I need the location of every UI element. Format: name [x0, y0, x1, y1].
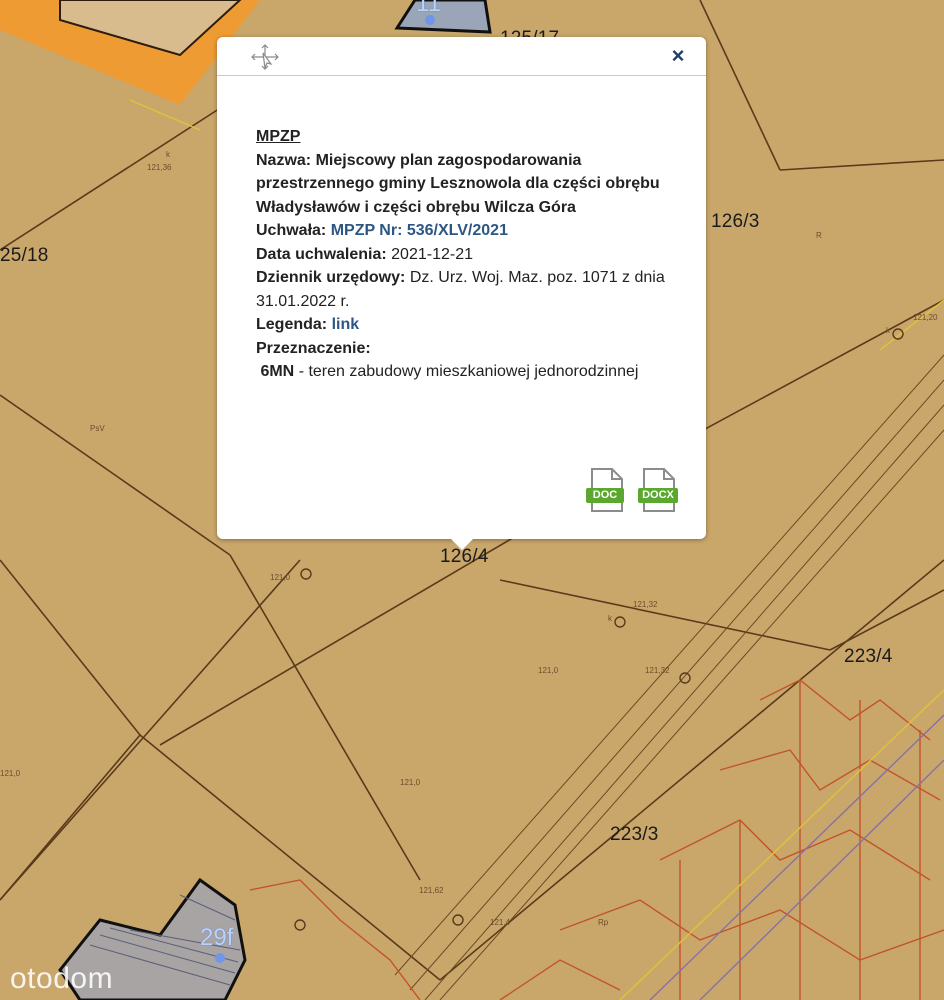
journal-label: Dziennik urzędowy:	[256, 269, 406, 286]
map-note: 121,32	[633, 600, 658, 609]
point-label-11: 11	[416, 0, 441, 17]
info-popup: × MPZP Nazwa: Miejscowy plan zagospodaro…	[217, 37, 706, 550]
popup-header: ×	[217, 37, 706, 76]
popup-title: MPZP	[256, 128, 301, 145]
map-note: PsV	[90, 424, 105, 433]
parcel-label-223-4: 223/4	[844, 646, 893, 667]
map-note: 121,0	[270, 573, 291, 582]
legend-row: Legenda: link	[256, 313, 676, 337]
doc-badge: DOC	[586, 488, 624, 503]
parcel-label-126-3: 126/3	[711, 211, 760, 232]
map-note: Rp	[598, 918, 609, 927]
map-note: R	[816, 231, 822, 240]
map-note: 121,62	[419, 886, 444, 895]
name-row: Nazwa: Miejscowy plan zagospodarowania p…	[256, 149, 676, 220]
move-cursor-icon[interactable]	[251, 44, 279, 70]
otodom-watermark: otodom	[10, 962, 114, 995]
legend-link[interactable]: link	[332, 316, 360, 333]
date-value: 2021-12-21	[391, 245, 473, 263]
journal-row: Dziennik urzędowy: Dz. Urz. Woj. Maz. po…	[256, 266, 676, 313]
purpose-row: Przeznaczenie:	[256, 337, 676, 361]
map-note: 121,20	[913, 313, 938, 322]
download-icons: DOC DOCX	[586, 467, 680, 513]
map-note: k	[886, 326, 890, 335]
doc-file-icon[interactable]: DOC	[586, 467, 628, 513]
map-note: 121,36	[147, 163, 172, 172]
map-note: k	[608, 614, 612, 623]
point-label-29f: 29f	[200, 924, 234, 951]
docx-file-icon[interactable]: DOCX	[638, 467, 680, 513]
popup-content: MPZP Nazwa: Miejscowy plan zagospodarowa…	[256, 125, 676, 384]
purpose-value: - teren zabudowy mieszkaniowej jednorodz…	[298, 363, 639, 380]
docx-badge: DOCX	[638, 488, 678, 503]
parcel-label-25-18: 25/18	[0, 245, 49, 266]
date-label: Data uchwalenia:	[256, 245, 387, 263]
resolution-label: Uchwała:	[256, 222, 327, 239]
legend-label: Legenda:	[256, 316, 328, 333]
resolution-link[interactable]: MPZP Nr: 536/XLV/2021	[331, 222, 508, 239]
map-note: 121,4	[490, 918, 511, 927]
popup-pointer	[450, 538, 474, 550]
purpose-code: 6MN	[260, 363, 295, 380]
name-label: Nazwa:	[256, 151, 312, 169]
purpose-label: Przeznaczenie:	[256, 339, 371, 357]
map-note: 121,0	[0, 769, 21, 778]
date-row: Data uchwalenia: 2021-12-21	[256, 243, 676, 267]
close-button[interactable]: ×	[666, 43, 690, 69]
map-note: 121,0	[400, 778, 421, 787]
map-note: k	[166, 150, 170, 159]
resolution-row: Uchwała: MPZP Nr: 536/XLV/2021	[256, 219, 676, 243]
parcel-label-223-3: 223/3	[610, 824, 659, 845]
purpose-detail: 6MN - teren zabudowy mieszkaniowej jedno…	[256, 360, 676, 384]
map-note: 121,0	[538, 666, 559, 675]
name-value: Miejscowy plan zagospodarowania przestrz…	[256, 151, 660, 216]
map-note: 121,32	[645, 666, 670, 675]
